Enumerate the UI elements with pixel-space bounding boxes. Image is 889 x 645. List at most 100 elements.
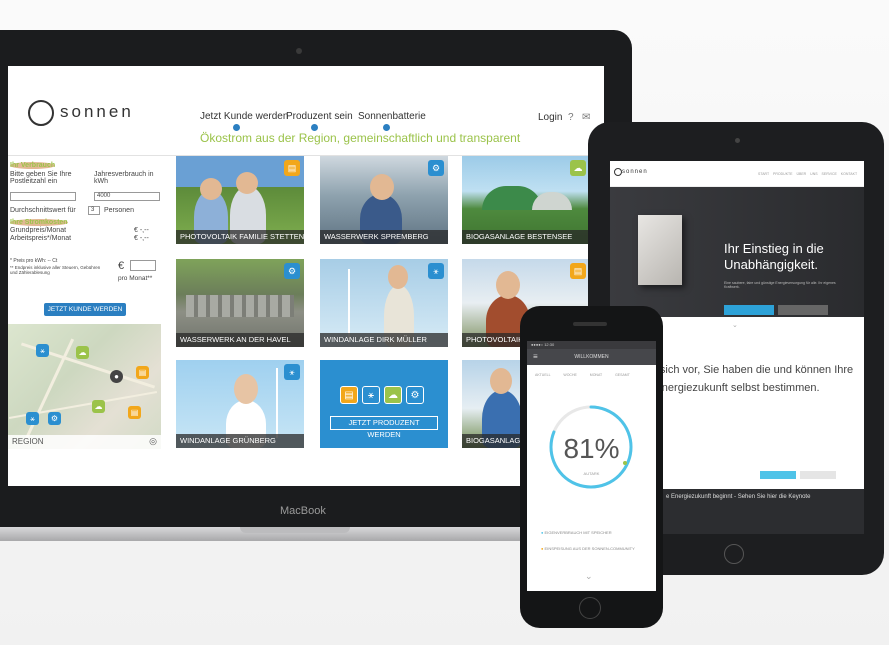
tablet-camera xyxy=(735,138,740,143)
tablet-cta-button[interactable] xyxy=(760,471,796,479)
tile-caption: WINDANLAGE DIRK MÜLLER xyxy=(320,333,448,347)
biogas-pin-icon[interactable]: ☁ xyxy=(76,346,89,359)
price-note: * Preis pro kWh: -- Ct xyxy=(10,258,58,264)
person-face xyxy=(370,174,394,200)
tile-wasserwerk-spremberg[interactable]: ⚙ WASSERWERK SPREMBERG xyxy=(320,156,448,244)
water-wheel-icon: ⚙ xyxy=(428,160,444,176)
work-price-value: € -,-- xyxy=(134,235,149,242)
site-header: sonnen Jetzt Kunde werden Produzent sein… xyxy=(8,66,604,156)
avg-label: Durchschnittswert für xyxy=(10,207,76,214)
hero-secondary-button[interactable] xyxy=(778,305,828,315)
solar-pin-icon[interactable]: ▤ xyxy=(136,366,149,379)
tile-photovoltaik-familie-stetten[interactable]: ▤ PHOTOVOLTAIK FAMILIE STETTEN xyxy=(176,156,304,244)
laptop-camera xyxy=(296,48,302,54)
phone-title-bar: ≡ WILLKOMMEN xyxy=(527,349,656,365)
tile-caption: WASSERWERK AN DER HAVEL xyxy=(176,333,304,347)
base-price-label: Grundpreis/Monat xyxy=(10,227,67,234)
phone-speaker xyxy=(573,322,607,326)
tile-windanlage-gruenberg[interactable]: ⚹ WINDANLAGE GRÜNBERG xyxy=(176,360,304,448)
tile-caption: BIOGASANLAGE BESTENSEE xyxy=(462,230,590,244)
hero-primary-button[interactable] xyxy=(724,305,774,315)
postcode-label: Bitte geben Sie Ihre Postleitzahl ein xyxy=(10,171,72,185)
person-face xyxy=(234,374,258,404)
mail-icon[interactable]: ✉ xyxy=(582,112,590,123)
tile-caption: WASSERWERK SPREMBERG xyxy=(320,230,448,244)
tile-jetzt-produzent-werden[interactable]: ▤ ⚹ ☁ ⚙ JETZT PRODUZENT WERDEN xyxy=(320,360,448,448)
wind-pin-icon[interactable]: ⚹ xyxy=(36,344,49,357)
list-item-self-consumption[interactable]: ● EIGENVERBRAUCH MIT SPEICHER xyxy=(541,530,612,535)
solar-pin-icon[interactable]: ▤ xyxy=(128,406,141,419)
bullet-icon: ● xyxy=(541,546,544,551)
laptop-notch xyxy=(240,527,350,533)
sonnen-logo-icon[interactable] xyxy=(28,100,54,126)
location-pin-icon[interactable]: ● xyxy=(110,370,123,383)
wind-turbine-icon: ⚹ xyxy=(428,263,444,279)
region-map[interactable]: ⚹ ☁ ▤ ● ☁ ▤ ⚙ ⚹ REGION ◎ xyxy=(8,324,161,449)
phone-status-bar: ●●●●○ 12:30 xyxy=(527,341,656,349)
list-item-community[interactable]: ● EINSPEISUNG AUS DER SONNEN-COMMUNITY xyxy=(541,546,635,551)
biogas-dome xyxy=(532,192,572,210)
solar-panel-icon: ▤ xyxy=(284,160,300,176)
autarky-label: AUTARK xyxy=(583,471,600,476)
nav-indicator-icon xyxy=(233,124,240,131)
logo-text[interactable]: sonnen xyxy=(60,102,134,122)
phone-tabs[interactable]: AKTUELL WOCHE MONAT GESAMT xyxy=(535,373,649,377)
sonnen-logo-icon[interactable] xyxy=(614,168,622,176)
person-face xyxy=(200,178,222,200)
jetzt-produzent-werden-button[interactable]: JETZT PRODUZENT WERDEN xyxy=(330,416,438,439)
nav-jetzt-kunde-werden[interactable]: Jetzt Kunde werden xyxy=(200,111,288,122)
weir-structure xyxy=(186,295,294,317)
phone-screen: ●●●●○ 12:30 ≡ WILLKOMMEN AKTUELL WOCHE M… xyxy=(527,341,656,591)
annual-usage-input[interactable]: 4000 xyxy=(94,192,160,201)
wind-turbine-icon: ⚹ xyxy=(362,386,380,404)
tablet-header: sonnen START PRODUKTE ÜBER UNS SERVICE K… xyxy=(610,161,864,187)
phone-home-button xyxy=(579,597,601,619)
tile-wasserwerk-an-der-havel[interactable]: ⚙ WASSERWERK AN DER HAVEL xyxy=(176,259,304,347)
locate-icon[interactable]: ◎ xyxy=(149,436,157,447)
help-icon[interactable]: ? xyxy=(568,112,574,123)
water-wheel-icon: ⚙ xyxy=(406,386,424,404)
region-label: REGION xyxy=(8,435,161,449)
laptop-screen: sonnen Jetzt Kunde werden Produzent sein… xyxy=(8,66,604,486)
tablet-home-button xyxy=(724,544,744,564)
nav-produzent-sein[interactable]: Produzent sein xyxy=(286,111,353,122)
water-wheel-icon: ⚙ xyxy=(284,263,300,279)
tax-note: ** Endpreis inklusive aller Steuern, Geb… xyxy=(10,265,101,275)
tablet-nav[interactable]: START PRODUKTE ÜBER UNS SERVICE KONTAKT xyxy=(758,172,857,176)
water-pin-icon[interactable]: ⚙ xyxy=(48,412,61,425)
hero-title: Ihr Einstieg in die Unabhängigkeit. xyxy=(724,241,824,272)
device-mockup-scene: sonnen Jetzt Kunde werden Produzent sein… xyxy=(0,0,889,645)
keynote-link[interactable]: e Energiezukunft beginnt - Sehen Sie hie… xyxy=(666,494,810,500)
per-month-label: pro Monat** xyxy=(118,275,153,282)
tile-caption: PHOTOVOLTAIK FAMILIE STETTEN xyxy=(176,230,304,244)
wind-turbine xyxy=(276,368,278,438)
euro-sign: € xyxy=(118,260,125,272)
tablet-hero: Ihr Einstieg in die Unabhängigkeit. Eine… xyxy=(610,187,864,329)
chevron-down-icon[interactable]: ⌄ xyxy=(732,321,738,329)
wind-turbine xyxy=(348,269,350,339)
person-face xyxy=(388,265,408,289)
total-price-field xyxy=(130,260,156,271)
nav-sonnenbatterie[interactable]: Sonnenbatterie xyxy=(358,111,426,122)
tile-windanlage-dirk-mueller[interactable]: ⚹ WINDANLAGE DIRK MÜLLER xyxy=(320,259,448,347)
annual-label: Jahresverbrauch in kWh xyxy=(94,171,154,185)
wind-pin-icon[interactable]: ⚹ xyxy=(26,412,39,425)
tile-biogasanlage-bestensee[interactable]: ☁ BIOGASANLAGE BESTENSEE xyxy=(462,156,590,244)
solar-panel-icon: ▤ xyxy=(570,263,586,279)
chevron-down-icon[interactable]: ⌄ xyxy=(585,571,593,582)
menu-icon[interactable]: ≡ xyxy=(533,349,538,365)
tablet-logo-text[interactable]: sonnen xyxy=(622,169,648,175)
postcode-input[interactable] xyxy=(10,192,76,201)
biogas-pin-icon[interactable]: ☁ xyxy=(92,400,105,413)
hero-subtitle: Eine saubere, faire und günstige Energie… xyxy=(724,281,836,289)
bullet-icon: ● xyxy=(541,530,544,535)
tablet-secondary-button[interactable] xyxy=(800,471,836,479)
jetzt-kunde-werden-button[interactable]: JETZT KUNDE WERDEN xyxy=(44,303,126,316)
persons-input[interactable]: 3 xyxy=(88,206,100,215)
battery-product-image xyxy=(638,215,682,285)
tagline: Ökostrom aus der Region, gemeinschaftlic… xyxy=(200,131,521,145)
login-link[interactable]: Login xyxy=(538,112,562,123)
work-price-label: Arbeitspreis*/Monat xyxy=(10,235,72,242)
person-face xyxy=(236,172,258,194)
price-calculator: Ihr Verbrauch Bitte geben Sie Ihre Postl… xyxy=(8,162,166,322)
